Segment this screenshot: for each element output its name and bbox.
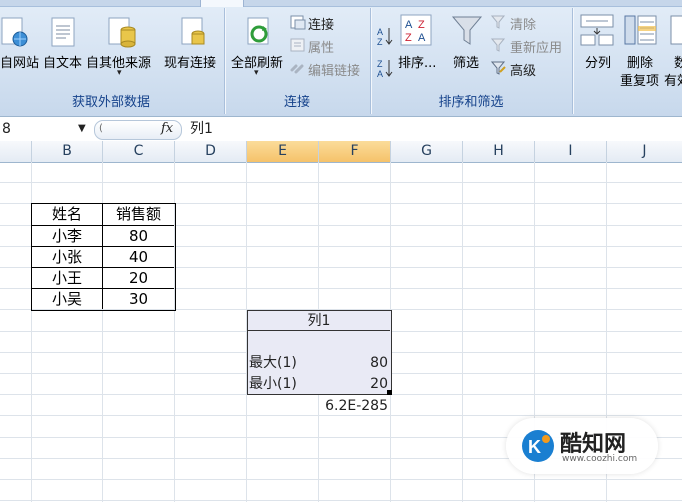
svg-text:A: A: [405, 19, 413, 31]
table-header-sales[interactable]: 销售额: [103, 204, 174, 224]
table-cell[interactable]: 80: [103, 226, 174, 246]
group-separator: [572, 8, 573, 114]
output-max-label[interactable]: 最大(1): [249, 353, 297, 373]
clear-button[interactable]: 清除: [510, 14, 536, 33]
table-cell[interactable]: 20: [103, 268, 174, 288]
collapse-handle-icon[interactable]: (: [99, 123, 103, 134]
data-validation-button[interactable]: 数: [674, 52, 682, 71]
output-header[interactable]: 列1: [248, 311, 390, 331]
column-header-g[interactable]: G: [391, 141, 463, 162]
output-min-label[interactable]: 最小(1): [249, 374, 297, 394]
from-text-icon: [48, 14, 78, 48]
column-header-f[interactable]: F: [319, 141, 391, 162]
properties-icon: [290, 37, 306, 53]
clear-filter-icon: [490, 14, 507, 30]
group-separator: [224, 8, 225, 114]
advanced-button[interactable]: 高级: [510, 60, 536, 79]
from-other-sources-icon: [107, 14, 137, 48]
remove-duplicates-button[interactable]: 删除: [627, 52, 653, 71]
svg-text:Z: Z: [418, 19, 425, 31]
connections-button[interactable]: 连接: [308, 14, 334, 33]
group-separator: [370, 8, 371, 114]
tab-data[interactable]: [200, 0, 244, 7]
chevron-down-icon[interactable]: ▾: [254, 68, 259, 78]
sort-descending-icon[interactable]: ZA: [377, 58, 393, 79]
sort-ascending-icon[interactable]: AZ: [377, 26, 393, 47]
existing-connections-icon: [178, 14, 208, 48]
column-header-c[interactable]: C: [103, 141, 175, 162]
svg-text:Z: Z: [405, 32, 412, 44]
column-header-a-partial[interactable]: [0, 141, 32, 162]
existing-connections-button[interactable]: 现有连接: [164, 52, 216, 71]
formula-bar: 8 ▼ ( fx 列1: [0, 116, 682, 142]
insert-function-icon[interactable]: fx: [161, 121, 173, 136]
table-cell[interactable]: 小王: [32, 268, 102, 288]
svg-text:A: A: [418, 32, 426, 44]
table-header-name[interactable]: 姓名: [32, 204, 102, 224]
column-header-h[interactable]: H: [463, 141, 535, 162]
cell-value[interactable]: 6.2E-285: [300, 396, 388, 416]
grid-line: [0, 479, 682, 480]
output-min-value[interactable]: 20: [320, 374, 388, 394]
ribbon-tabstrip: [0, 0, 682, 7]
svg-text:K: K: [528, 437, 541, 457]
from-text-button[interactable]: 自文本: [43, 52, 82, 71]
group-label-external-data: 获取外部数据: [71, 95, 150, 110]
data-validation-line2: 有效: [664, 74, 682, 89]
watermark-url: www.coozhi.com: [562, 454, 638, 464]
formula-input[interactable]: 列1: [190, 120, 213, 138]
reapply-icon: [490, 37, 507, 53]
from-web-button[interactable]: 自网站: [0, 52, 39, 71]
filter-icon: [451, 14, 483, 48]
svg-text:A: A: [377, 27, 383, 37]
coozhi-logo-icon: K: [520, 428, 556, 464]
remove-duplicates-icon: [624, 14, 658, 46]
table-cell[interactable]: 30: [103, 289, 174, 309]
chevron-down-icon[interactable]: ▾: [117, 68, 122, 78]
reapply-button[interactable]: 重新应用: [510, 37, 562, 56]
sort-dialog-icon: AZZA: [400, 14, 432, 46]
filter-button[interactable]: 筛选: [453, 52, 479, 71]
fill-handle[interactable]: [387, 390, 392, 395]
data-validation-icon: [670, 14, 682, 46]
text-to-columns-icon: [580, 14, 614, 46]
properties-button[interactable]: 属性: [308, 37, 334, 56]
svg-text:Z: Z: [377, 59, 383, 69]
text-to-columns-button[interactable]: 分列: [585, 52, 611, 71]
table-cell[interactable]: 小张: [32, 247, 102, 267]
advanced-filter-icon: [490, 60, 507, 76]
table-cell[interactable]: 小李: [32, 226, 102, 246]
sort-button[interactable]: 排序...: [398, 52, 436, 71]
column-header-i[interactable]: I: [535, 141, 607, 162]
grid-line: [462, 162, 463, 502]
watermark: K 酷知网 www.coozhi.com: [506, 418, 658, 474]
column-header-e[interactable]: E: [247, 141, 319, 162]
column-header-j[interactable]: J: [607, 141, 682, 162]
grid-line: [0, 182, 682, 183]
table-cell[interactable]: 小吴: [32, 289, 102, 309]
group-label-sort-filter: 排序和筛选: [438, 95, 504, 110]
edit-links-button[interactable]: 编辑链接: [308, 60, 360, 79]
svg-text:Z: Z: [377, 37, 383, 46]
svg-text:A: A: [377, 69, 383, 78]
connections-icon: [290, 14, 306, 30]
formula-bar-expander[interactable]: ( fx: [94, 120, 182, 140]
output-max-value[interactable]: 80: [320, 353, 388, 373]
from-web-icon: [0, 14, 28, 48]
edit-links-icon: [290, 60, 306, 76]
refresh-all-icon: [244, 14, 274, 48]
table-cell[interactable]: 40: [103, 247, 174, 267]
group-label-connections: 连接: [283, 95, 310, 110]
column-header-row: B C D E F G H I J: [0, 141, 682, 163]
column-header-b[interactable]: B: [32, 141, 103, 162]
grid-line: [0, 500, 682, 501]
column-header-d[interactable]: D: [175, 141, 247, 162]
name-box-dropdown-icon[interactable]: ▼: [78, 123, 86, 134]
remove-duplicates-line2: 重复项: [620, 74, 660, 89]
ribbon: 自网站 自文本 自其他来源 ▾ 现有连接 获取外部数据 全部刷新 ▾ 连接 属性…: [0, 0, 682, 116]
